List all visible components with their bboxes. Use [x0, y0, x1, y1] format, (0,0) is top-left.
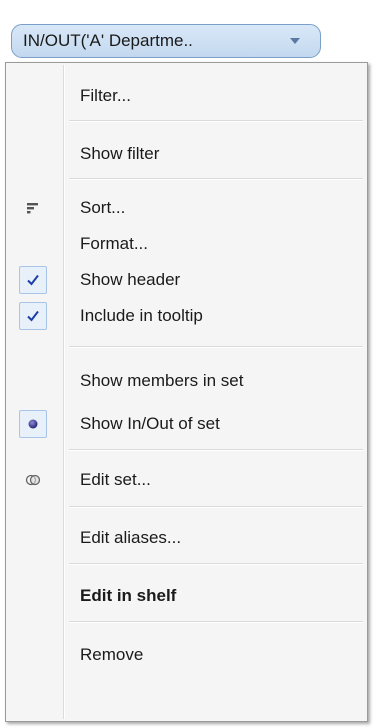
- screen: IN/OUT('A' Departme.. Filter... Show fil…: [0, 0, 375, 728]
- menu-item-filter[interactable]: Filter...: [6, 79, 367, 113]
- field-pill-label: IN/OUT('A' Departme..: [23, 31, 193, 50]
- menu-separator: [69, 506, 363, 508]
- menu-separator: [69, 449, 363, 451]
- menu-item-label: Sort...: [80, 198, 126, 217]
- menu-item-label: Format...: [80, 234, 149, 253]
- menu-item-label: Show header: [80, 270, 181, 289]
- menu-item-label: Remove: [80, 645, 144, 664]
- radio-dot-icon: [19, 410, 47, 438]
- menu-separator: [69, 178, 363, 180]
- menu-item-show-header[interactable]: Show header: [6, 263, 367, 297]
- checkmark-icon: [19, 266, 47, 294]
- checkmark-icon: [19, 302, 47, 330]
- menu-item-show-members-in-set[interactable]: Show members in set: [6, 364, 367, 398]
- menu-item-label: Edit aliases...: [80, 528, 182, 547]
- context-menu: Filter... Show filter Sort... Format...: [5, 62, 368, 722]
- menu-item-format[interactable]: Format...: [6, 227, 367, 261]
- menu-item-edit-set[interactable]: Edit set...: [6, 463, 367, 497]
- field-pill[interactable]: IN/OUT('A' Departme..: [11, 24, 321, 58]
- menu-item-edit-in-shelf[interactable]: Edit in shelf: [6, 579, 367, 613]
- menu-separator: [69, 621, 363, 623]
- venn-icon: [19, 466, 47, 494]
- menu-item-remove[interactable]: Remove: [6, 638, 367, 672]
- sort-icon: [19, 194, 47, 222]
- menu-item-label: Show members in set: [80, 371, 244, 390]
- menu-item-label: Edit in shelf: [80, 586, 177, 605]
- menu-item-label: Edit set...: [80, 470, 151, 489]
- menu-item-label: Filter...: [80, 86, 132, 105]
- menu-item-label: Show filter: [80, 144, 160, 163]
- menu-separator: [69, 563, 363, 565]
- menu-item-edit-aliases[interactable]: Edit aliases...: [6, 521, 367, 555]
- menu-item-label: Include in tooltip: [80, 306, 203, 325]
- menu-item-show-filter[interactable]: Show filter: [6, 137, 367, 171]
- menu-separator: [69, 346, 363, 348]
- dropdown-arrow-icon[interactable]: [290, 38, 300, 44]
- menu-separator: [69, 120, 363, 122]
- menu-item-sort[interactable]: Sort...: [6, 191, 367, 225]
- menu-item-label: Show In/Out of set: [80, 414, 220, 433]
- menu-item-show-in-out-of-set[interactable]: Show In/Out of set: [6, 407, 367, 441]
- menu-item-include-in-tooltip[interactable]: Include in tooltip: [6, 299, 367, 333]
